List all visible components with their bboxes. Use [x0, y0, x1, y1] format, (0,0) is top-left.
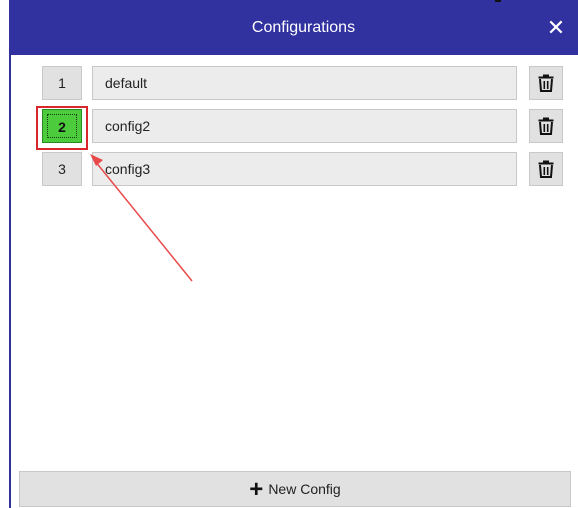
close-icon[interactable]: ✕ [534, 0, 578, 55]
new-config-button[interactable]: + New Config [19, 471, 571, 507]
title-bar: Configurations ✕ [11, 0, 578, 55]
plus-icon: + [249, 476, 264, 503]
window-title: Configurations [251, 19, 356, 36]
config-name-field[interactable]: config2 [92, 109, 517, 143]
config-select-button[interactable]: 1 [42, 66, 82, 100]
delete-config-button[interactable] [529, 66, 563, 100]
new-config-label: New Config [268, 481, 341, 497]
config-row: 3 config3 [42, 152, 572, 186]
trash-icon [538, 74, 554, 92]
trash-icon [538, 160, 554, 178]
configurations-window: Configurations ✕ 1 default 2 config2 3 c… [9, 0, 578, 508]
annotation-highlight-box [36, 106, 88, 150]
config-row: 2 config2 [42, 109, 572, 143]
trash-icon [538, 117, 554, 135]
titlebar-mark [495, 0, 501, 2]
config-name-field[interactable]: config3 [92, 152, 517, 186]
config-select-button[interactable]: 3 [42, 152, 82, 186]
delete-config-button[interactable] [529, 109, 563, 143]
delete-config-button[interactable] [529, 152, 563, 186]
config-name-field[interactable]: default [92, 66, 517, 100]
config-row: 1 default [42, 66, 572, 100]
